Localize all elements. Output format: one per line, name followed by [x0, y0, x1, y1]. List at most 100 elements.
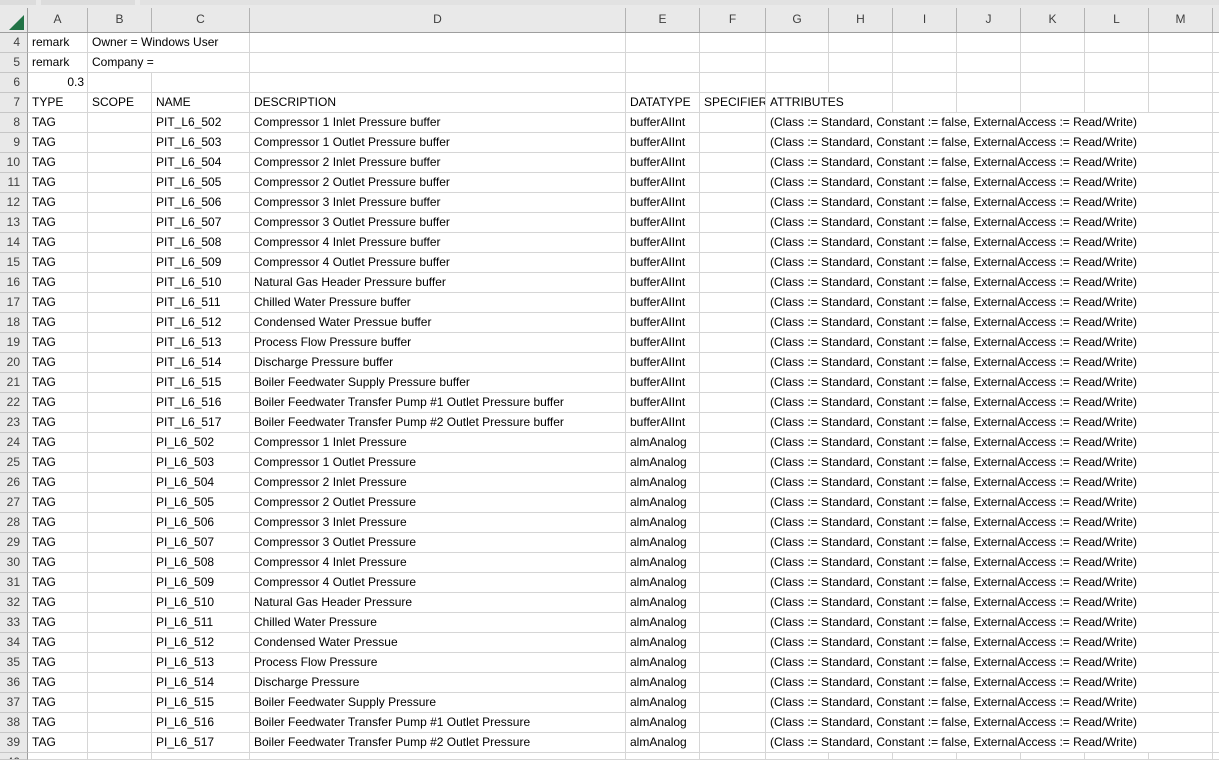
cell-C17[interactable]: PIT_L6_511 — [152, 293, 250, 313]
cell-A4[interactable]: remark — [28, 33, 88, 53]
cell-C22[interactable]: PIT_L6_516 — [152, 393, 250, 413]
cell-G13[interactable]: (Class := Standard, Constant := false, E… — [766, 213, 1213, 233]
row-header-34[interactable]: 34 — [0, 633, 28, 653]
column-header-K[interactable]: K — [1021, 8, 1085, 32]
cell-C36[interactable]: PI_L6_514 — [152, 673, 250, 693]
row-header-8[interactable]: 8 — [0, 113, 28, 133]
cell-I7[interactable] — [893, 93, 957, 113]
row-header-29[interactable]: 29 — [0, 533, 28, 553]
cell-B21[interactable] — [88, 373, 152, 393]
cell-G28[interactable]: (Class := Standard, Constant := false, E… — [766, 513, 1213, 533]
cell-A37[interactable]: TAG — [28, 693, 88, 713]
cell-B33[interactable] — [88, 613, 152, 633]
cell-D32[interactable]: Natural Gas Header Pressure — [250, 593, 626, 613]
cell-C23[interactable]: PIT_L6_517 — [152, 413, 250, 433]
cell-F11[interactable] — [700, 173, 766, 193]
row-header-39[interactable]: 39 — [0, 733, 28, 753]
row-header-32[interactable]: 32 — [0, 593, 28, 613]
cell-E31[interactable]: almAnalog — [626, 573, 700, 593]
cell-G32[interactable]: (Class := Standard, Constant := false, E… — [766, 593, 1213, 613]
cell-F7[interactable]: SPECIFIER — [700, 93, 766, 113]
cell-G31[interactable]: (Class := Standard, Constant := false, E… — [766, 573, 1213, 593]
cell-E19[interactable]: bufferAIInt — [626, 333, 700, 353]
cell-D20[interactable]: Discharge Pressure buffer — [250, 353, 626, 373]
cell-F13[interactable] — [700, 213, 766, 233]
cell-H40[interactable] — [829, 753, 893, 760]
cell-D19[interactable]: Process Flow Pressure buffer — [250, 333, 626, 353]
cell-A10[interactable]: TAG — [28, 153, 88, 173]
cell-B20[interactable] — [88, 353, 152, 373]
cell-C32[interactable]: PI_L6_510 — [152, 593, 250, 613]
cell-D26[interactable]: Compressor 2 Inlet Pressure — [250, 473, 626, 493]
cell-G10[interactable]: (Class := Standard, Constant := false, E… — [766, 153, 1213, 173]
cell-G23[interactable]: (Class := Standard, Constant := false, E… — [766, 413, 1213, 433]
cell-G27[interactable]: (Class := Standard, Constant := false, E… — [766, 493, 1213, 513]
cell-B7[interactable]: SCOPE — [88, 93, 152, 113]
row-header-19[interactable]: 19 — [0, 333, 28, 353]
cell-L5[interactable] — [1085, 53, 1149, 73]
cell-E32[interactable]: almAnalog — [626, 593, 700, 613]
cell-E17[interactable]: bufferAIInt — [626, 293, 700, 313]
cell-E21[interactable]: bufferAIInt — [626, 373, 700, 393]
cell-G11[interactable]: (Class := Standard, Constant := false, E… — [766, 173, 1213, 193]
cell-B4[interactable]: Owner = Windows User — [88, 33, 250, 53]
cell-I5[interactable] — [893, 53, 957, 73]
cell-C31[interactable]: PI_L6_509 — [152, 573, 250, 593]
column-header-H[interactable]: H — [829, 8, 893, 32]
cell-A20[interactable]: TAG — [28, 353, 88, 373]
cell-G18[interactable]: (Class := Standard, Constant := false, E… — [766, 313, 1213, 333]
row-header-5[interactable]: 5 — [0, 53, 28, 73]
cell-E13[interactable]: bufferAIInt — [626, 213, 700, 233]
cell-G15[interactable]: (Class := Standard, Constant := false, E… — [766, 253, 1213, 273]
cell-B28[interactable] — [88, 513, 152, 533]
cell-E25[interactable]: almAnalog — [626, 453, 700, 473]
cell-A17[interactable]: TAG — [28, 293, 88, 313]
column-header-E[interactable]: E — [626, 8, 700, 32]
cell-D23[interactable]: Boiler Feedwater Transfer Pump #2 Outlet… — [250, 413, 626, 433]
column-header-C[interactable]: C — [152, 8, 250, 32]
cell-A9[interactable]: TAG — [28, 133, 88, 153]
cell-C37[interactable]: PI_L6_515 — [152, 693, 250, 713]
cell-A13[interactable]: TAG — [28, 213, 88, 233]
cell-B24[interactable] — [88, 433, 152, 453]
cell-D39[interactable]: Boiler Feedwater Transfer Pump #2 Outlet… — [250, 733, 626, 753]
cell-F36[interactable] — [700, 673, 766, 693]
row-header-9[interactable]: 9 — [0, 133, 28, 153]
cell-A40[interactable] — [28, 753, 88, 760]
cell-F33[interactable] — [700, 613, 766, 633]
cell-F21[interactable] — [700, 373, 766, 393]
cell-C38[interactable]: PI_L6_516 — [152, 713, 250, 733]
cell-F24[interactable] — [700, 433, 766, 453]
cell-G12[interactable]: (Class := Standard, Constant := false, E… — [766, 193, 1213, 213]
cell-G24[interactable]: (Class := Standard, Constant := false, E… — [766, 433, 1213, 453]
cell-C10[interactable]: PIT_L6_504 — [152, 153, 250, 173]
cell-G30[interactable]: (Class := Standard, Constant := false, E… — [766, 553, 1213, 573]
cell-D34[interactable]: Condensed Water Pressue — [250, 633, 626, 653]
cell-M6[interactable] — [1149, 73, 1213, 93]
cell-F32[interactable] — [700, 593, 766, 613]
cell-J4[interactable] — [957, 33, 1021, 53]
row-header-26[interactable]: 26 — [0, 473, 28, 493]
cell-A29[interactable]: TAG — [28, 533, 88, 553]
cell-C16[interactable]: PIT_L6_510 — [152, 273, 250, 293]
cell-C13[interactable]: PIT_L6_507 — [152, 213, 250, 233]
cell-B6[interactable] — [88, 73, 152, 93]
cell-G35[interactable]: (Class := Standard, Constant := false, E… — [766, 653, 1213, 673]
cell-B34[interactable] — [88, 633, 152, 653]
cell-B11[interactable] — [88, 173, 152, 193]
cell-C30[interactable]: PI_L6_508 — [152, 553, 250, 573]
cell-E18[interactable]: bufferAIInt — [626, 313, 700, 333]
cell-B32[interactable] — [88, 593, 152, 613]
cell-D5[interactable] — [250, 53, 626, 73]
cell-A21[interactable]: TAG — [28, 373, 88, 393]
cell-D4[interactable] — [250, 33, 626, 53]
cell-F16[interactable] — [700, 273, 766, 293]
cell-E24[interactable]: almAnalog — [626, 433, 700, 453]
row-header-16[interactable]: 16 — [0, 273, 28, 293]
cell-E38[interactable]: almAnalog — [626, 713, 700, 733]
cell-D8[interactable]: Compressor 1 Inlet Pressure buffer — [250, 113, 626, 133]
cell-A25[interactable]: TAG — [28, 453, 88, 473]
cell-L40[interactable] — [1085, 753, 1149, 760]
cell-K6[interactable] — [1021, 73, 1085, 93]
cell-B22[interactable] — [88, 393, 152, 413]
